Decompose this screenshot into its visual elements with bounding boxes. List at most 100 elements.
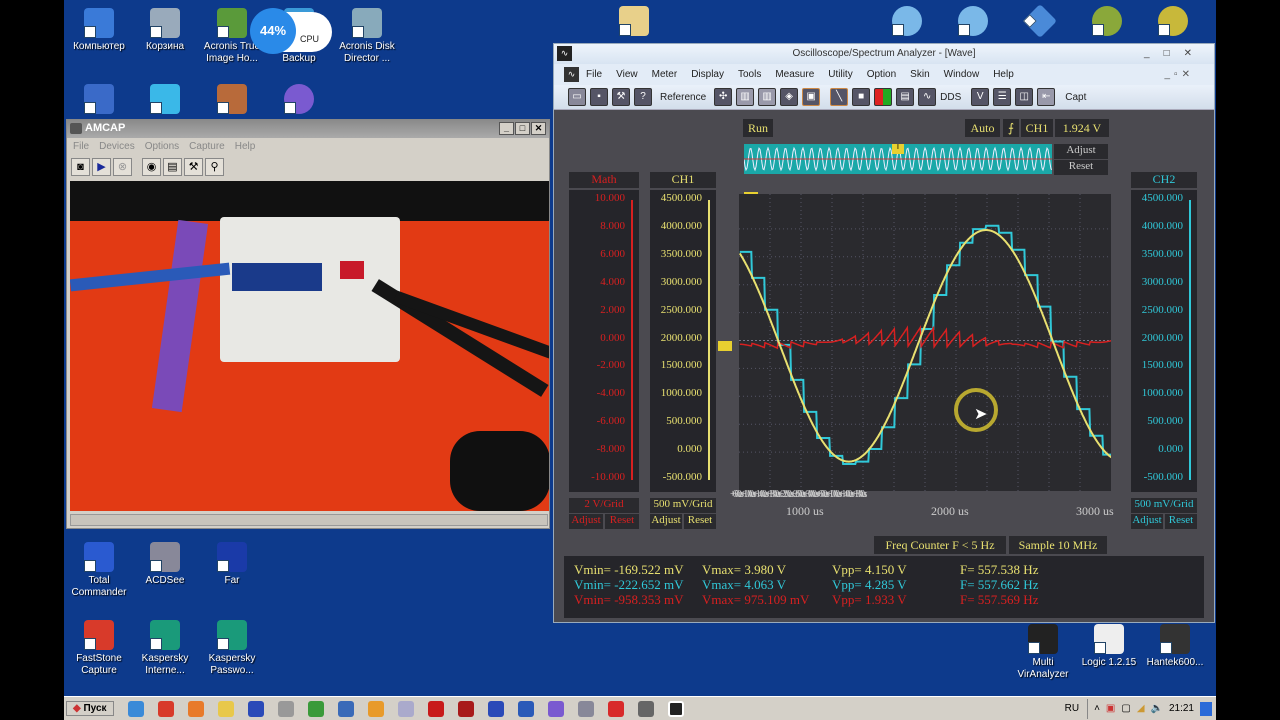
app-icon[interactable] [367,700,384,717]
menu-display[interactable]: Display [691,69,724,80]
mdi-controls[interactable]: _▫✕ [1165,64,1195,85]
desktop-icon-hantek[interactable]: Hantek600... [1140,624,1210,669]
ch2-axis[interactable]: 4500.000 4000.000 3500.000 3000.000 2500.000… [1131,190,1197,492]
menu-file[interactable]: File [586,69,602,80]
waveform-overview[interactable]: T [744,144,1052,174]
app-icon[interactable] [337,700,354,717]
menu-option[interactable]: Option [867,69,896,80]
language-indicator[interactable]: RU [1065,703,1079,714]
ch1-adjust-button[interactable]: Adjust [650,514,682,529]
math-axis[interactable]: 10.000 8.000 6.000 4.000 2.000 0.000 -2.000 -4.… [569,190,639,492]
ch2-adjust-button[interactable]: Adjust [1131,514,1163,529]
signal-icon[interactable]: ◢ [1137,703,1145,714]
firefox-icon[interactable] [187,700,204,717]
menu-help[interactable]: Help [235,141,256,152]
desktop-icon-acdsee[interactable]: ACDSee [130,542,200,587]
color-icon[interactable] [874,88,893,106]
menu-measure[interactable]: Measure [775,69,814,80]
sample-rate[interactable]: Sample 10 MHz [1009,536,1107,554]
desktop-icon-total-commander[interactable]: Total Commander [64,542,134,599]
menu-utility[interactable]: Utility [828,69,852,80]
layout-rows-icon[interactable]: ☰ [993,88,1012,106]
stop-button[interactable]: ⊗ [113,158,132,176]
trigger-level[interactable]: 1.924 V [1055,119,1109,137]
help-icon[interactable]: ? [634,88,652,106]
desktop-icon-faststone[interactable]: FastStone Capture [64,620,134,677]
menu-help[interactable]: Help [993,69,1014,80]
maximize-button[interactable]: □ [515,122,530,135]
back-icon[interactable]: ⇤ [1037,88,1056,106]
app-icon[interactable] [487,700,504,717]
snapshot-button[interactable]: ◙ [71,158,90,176]
window-controls[interactable]: _□✕ [1144,44,1206,64]
settings-button[interactable]: ⚒ [184,158,203,176]
clock[interactable]: 21:21 [1169,703,1194,714]
preview-button[interactable]: ◉ [142,158,161,176]
menu-window[interactable]: Window [944,69,980,80]
app-icon[interactable] [307,700,324,717]
close-button[interactable]: ✕ [531,122,546,135]
trigger-position-marker[interactable]: T [892,144,904,154]
probe-icon[interactable]: ◈ [780,88,799,106]
menu-options[interactable]: Options [145,141,179,152]
desktop-icon-12[interactable] [1138,6,1208,39]
open-icon[interactable]: ▭ [568,88,586,106]
viber-icon[interactable] [547,700,564,717]
volume-icon[interactable]: 🔈 [1151,703,1163,714]
floppy-icon[interactable] [247,700,264,717]
menu-capture[interactable]: Capture [189,141,225,152]
capture-button[interactable]: Capt [1065,92,1086,103]
cpu-widget[interactable]: 44% CPU [250,8,332,54]
desktop-icon-10[interactable] [1005,4,1075,39]
reference-button[interactable]: Reference [660,92,706,103]
properties-button[interactable]: ▤ [163,158,182,176]
desktop-icon-kaspersky-internet[interactable]: Kaspersky Interne... [130,620,200,677]
oscilloscope-taskbar-icon[interactable] [667,700,684,717]
math-adjust-button[interactable]: Adjust [569,514,603,529]
desktop-icon-recycle-bin[interactable]: Корзина [130,8,200,53]
desktop-icon-tool[interactable] [197,84,267,117]
screen-icon[interactable]: ▣ [802,88,821,106]
printer-icon[interactable]: ▤ [896,88,915,106]
save-icon[interactable]: ▪ [590,88,608,106]
waveform-plot[interactable] [738,194,1113,491]
cursor-icon[interactable]: ✣ [714,88,733,106]
hammer-icon[interactable]: ⚒ [612,88,630,106]
desktop-icon-11[interactable] [1072,6,1142,39]
amcap-titlebar[interactable]: AMCAP _ □ ✕ [67,120,549,138]
ie-icon[interactable] [127,700,144,717]
desktop-icon-help-1[interactable] [872,6,942,39]
columns-add-icon[interactable]: ▥ [758,88,777,106]
trigger-source[interactable]: CH1 [1021,119,1053,137]
overview-reset-button[interactable]: Reset [1054,160,1108,175]
app-10-icon[interactable] [457,700,474,717]
desktop-icon-help-2[interactable] [938,6,1008,39]
chrome-icon[interactable] [157,700,174,717]
app-icon[interactable] [277,700,294,717]
ch2-reset-button[interactable]: Reset [1165,514,1197,529]
menu-skin[interactable]: Skin [910,69,929,80]
minimize-button[interactable]: _ [499,122,514,135]
desktop-icon-far[interactable]: Far [197,542,267,587]
desktop-icon-app[interactable] [130,84,200,117]
show-desktop-button[interactable] [1200,701,1212,716]
ch1-axis[interactable]: 4500.000 4000.000 3500.000 3000.000 2500.000… [650,190,716,492]
desktop-icon-viber[interactable] [264,84,334,117]
app-icon[interactable] [397,700,414,717]
stop-icon[interactable]: ■ [852,88,871,106]
scope-titlebar[interactable]: ∿ Oscilloscope/Spectrum Analyzer - [Wave… [554,44,1214,64]
start-button[interactable]: ◆ Пуск [66,701,114,716]
ch1-reset-button[interactable]: Reset [684,514,716,529]
voltmeter-icon[interactable]: V [971,88,990,106]
menu-view[interactable]: View [616,69,638,80]
freq-counter[interactable]: Freq Counter F < 5 Hz [874,536,1006,554]
play-button[interactable]: ▶ [92,158,111,176]
device-icon[interactable]: ▢ [1121,703,1130,714]
app-icon[interactable] [577,700,594,717]
math-reset-button[interactable]: Reset [605,514,639,529]
dds-button[interactable]: DDS [940,92,961,103]
trigger-mode[interactable]: Auto [965,119,1000,137]
desktop-icon-logic[interactable]: Logic 1.2.15 [1074,624,1144,669]
run-status[interactable]: Run [743,119,773,137]
line-icon[interactable]: ╲ [830,88,849,106]
